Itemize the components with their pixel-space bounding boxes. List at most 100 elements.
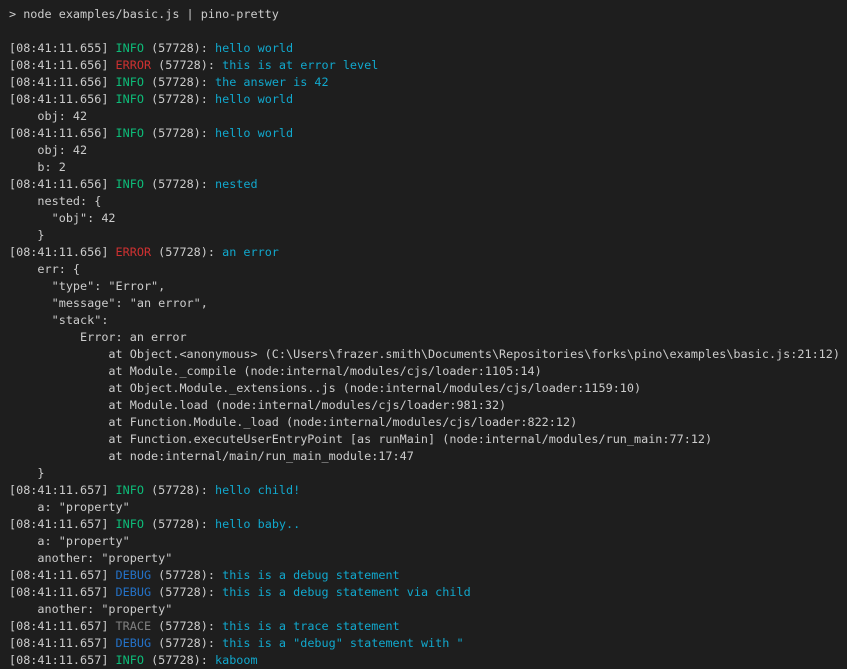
terminal-line: another: "property" [9, 601, 847, 618]
log-text: (57728): [144, 517, 215, 531]
terminal-line: "message": "an error", [9, 295, 847, 312]
terminal-line: at Function.Module._load (node:internal/… [9, 414, 847, 431]
log-message: this is a debug statement via child [222, 585, 471, 599]
terminal-line: another: "property" [9, 550, 847, 567]
log-text: "type": "Error", [9, 279, 165, 293]
log-text: (57728): [151, 636, 222, 650]
log-text: [08:41:11.656] [9, 92, 116, 106]
log-message: nested [215, 177, 258, 191]
terminal-line: at Object.Module._extensions..js (node:i… [9, 380, 847, 397]
log-text: [08:41:11.656] [9, 58, 116, 72]
terminal-line: > node examples/basic.js | pino-pretty [9, 6, 847, 23]
terminal-line: [08:41:11.657] DEBUG (57728): this is a … [9, 635, 847, 652]
log-level-badge: INFO [116, 126, 144, 140]
log-level-badge: DEBUG [116, 568, 152, 582]
log-text: at node:internal/main/run_main_module:17… [9, 449, 414, 463]
log-level-badge: INFO [116, 653, 144, 667]
log-level-badge: INFO [116, 75, 144, 89]
log-text: nested: { [9, 194, 101, 208]
log-text: } [9, 228, 45, 242]
log-text: (57728): [151, 585, 222, 599]
log-message: this is a "debug" statement with " [222, 636, 463, 650]
log-level-badge: INFO [116, 92, 144, 106]
log-text: Error: an error [9, 330, 187, 344]
log-message: this is at error level [222, 58, 378, 72]
terminal-line: "type": "Error", [9, 278, 847, 295]
terminal-line: at Module.load (node:internal/modules/cj… [9, 397, 847, 414]
log-level-badge: DEBUG [116, 636, 152, 650]
terminal-line [9, 23, 847, 40]
terminal-line: err: { [9, 261, 847, 278]
log-text: [08:41:11.657] [9, 585, 116, 599]
terminal-line: } [9, 465, 847, 482]
log-level-badge: TRACE [116, 619, 152, 633]
log-text: } [9, 466, 45, 480]
log-text: (57728): [144, 126, 215, 140]
log-text: a: "property" [9, 534, 130, 548]
log-message: hello baby.. [215, 517, 300, 531]
terminal-line: } [9, 227, 847, 244]
log-level-badge: INFO [116, 41, 144, 55]
terminal-line: [08:41:11.657] INFO (57728): hello baby.… [9, 516, 847, 533]
log-text: at Function.executeUserEntryPoint [as ru… [9, 432, 712, 446]
log-message: hello world [215, 92, 293, 106]
log-text: at Function.Module._load (node:internal/… [9, 415, 577, 429]
log-text: (57728): [151, 245, 222, 259]
terminal-line: "stack": [9, 312, 847, 329]
log-level-badge: ERROR [116, 58, 152, 72]
terminal-line: [08:41:11.656] ERROR (57728): this is at… [9, 57, 847, 74]
log-text: (57728): [144, 483, 215, 497]
log-text: (57728): [144, 92, 215, 106]
log-text: obj: 42 [9, 109, 87, 123]
terminal-line: obj: 42 [9, 142, 847, 159]
log-text: at Module.load (node:internal/modules/cj… [9, 398, 506, 412]
log-text: "stack": [9, 313, 108, 327]
terminal-line: [08:41:11.657] INFO (57728): kaboom [9, 652, 847, 669]
log-text: (57728): [151, 58, 222, 72]
terminal-line: b: 2 [9, 159, 847, 176]
log-text: [08:41:11.656] [9, 126, 116, 140]
terminal-line: "obj": 42 [9, 210, 847, 227]
log-text: [08:41:11.657] [9, 517, 116, 531]
log-text: [08:41:11.657] [9, 636, 116, 650]
log-text: another: "property" [9, 602, 172, 616]
log-text: at Module._compile (node:internal/module… [9, 364, 542, 378]
log-message: hello child! [215, 483, 300, 497]
log-text: [08:41:11.655] [9, 41, 116, 55]
log-level-badge: INFO [116, 177, 144, 191]
log-message: this is a debug statement [222, 568, 400, 582]
log-text: > node examples/basic.js | pino-pretty [9, 7, 279, 21]
terminal-line: at Module._compile (node:internal/module… [9, 363, 847, 380]
log-text: [08:41:11.657] [9, 619, 116, 633]
log-text: (57728): [144, 653, 215, 667]
log-text: (57728): [144, 177, 215, 191]
log-level-badge: INFO [116, 483, 144, 497]
log-text: obj: 42 [9, 143, 87, 157]
terminal-line: [08:41:11.656] INFO (57728): nested [9, 176, 847, 193]
log-text: [08:41:11.657] [9, 483, 116, 497]
log-text: [08:41:11.656] [9, 177, 116, 191]
log-text: another: "property" [9, 551, 172, 565]
log-message: hello world [215, 126, 293, 140]
terminal-output[interactable]: > node examples/basic.js | pino-pretty [0… [0, 0, 847, 669]
log-message: hello world [215, 41, 293, 55]
log-text: (57728): [151, 619, 222, 633]
log-text: (57728): [151, 568, 222, 582]
terminal-line: [08:41:11.657] DEBUG (57728): this is a … [9, 584, 847, 601]
terminal-line: [08:41:11.656] ERROR (57728): an error [9, 244, 847, 261]
terminal-line: [08:41:11.655] INFO (57728): hello world [9, 40, 847, 57]
log-text: at Object.Module._extensions..js (node:i… [9, 381, 641, 395]
terminal-line: [08:41:11.656] INFO (57728): hello world [9, 125, 847, 142]
terminal-line: [08:41:11.657] DEBUG (57728): this is a … [9, 567, 847, 584]
log-text: b: 2 [9, 160, 66, 174]
terminal-line: at node:internal/main/run_main_module:17… [9, 448, 847, 465]
log-message: this is a trace statement [222, 619, 400, 633]
log-text: "obj": 42 [9, 211, 116, 225]
terminal-line: a: "property" [9, 533, 847, 550]
log-text: [08:41:11.657] [9, 568, 116, 582]
log-level-badge: ERROR [116, 245, 152, 259]
terminal-line: at Object.<anonymous> (C:\Users\frazer.s… [9, 346, 847, 363]
terminal-line: obj: 42 [9, 108, 847, 125]
log-text: err: { [9, 262, 80, 276]
log-text: [08:41:11.656] [9, 75, 116, 89]
